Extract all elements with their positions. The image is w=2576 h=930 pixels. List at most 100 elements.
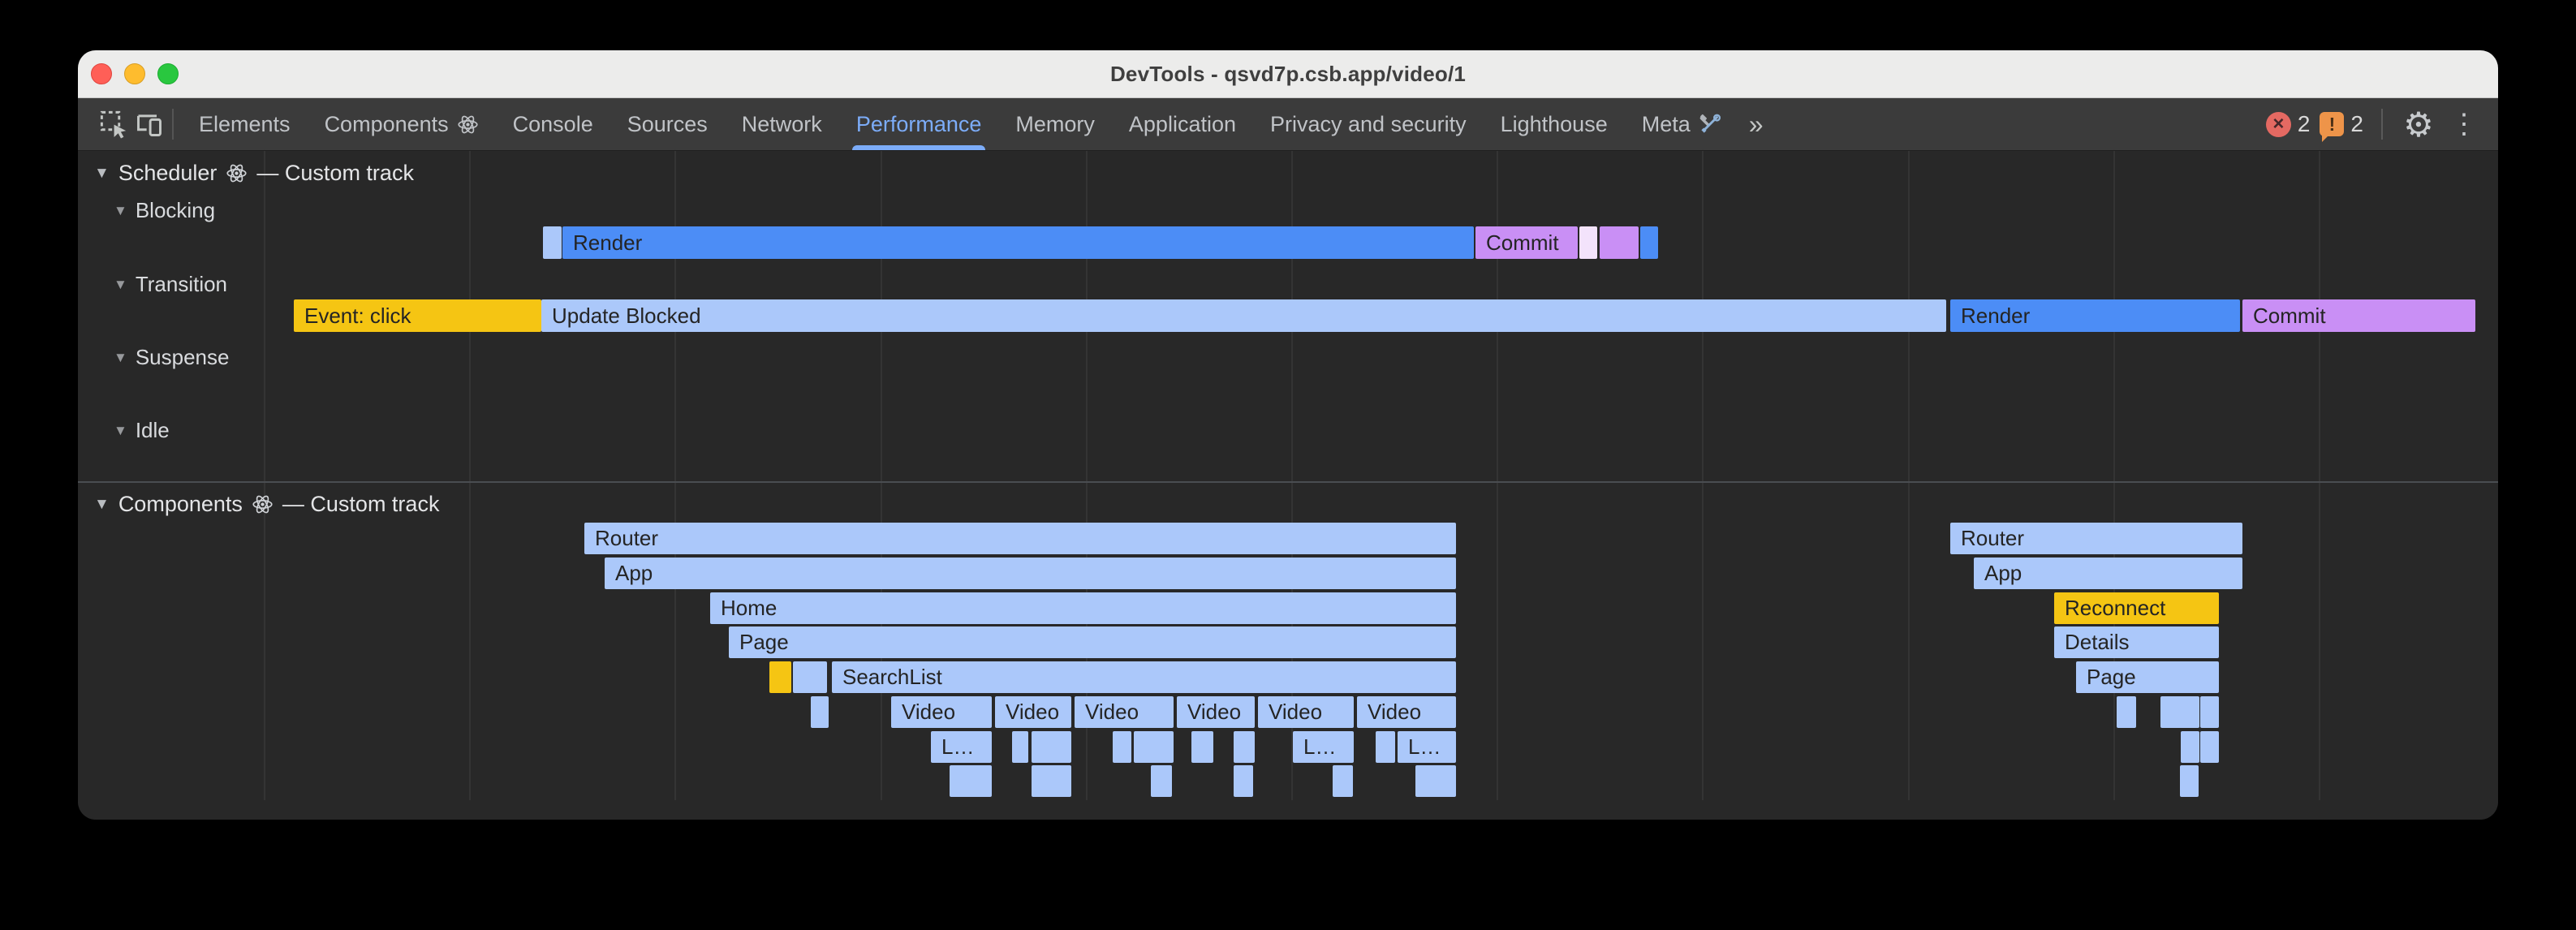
flame-bar-searchlist[interactable]: SearchList: [832, 661, 1456, 693]
collapse-triangle-icon: ▼: [94, 496, 110, 514]
flame-bar-chip[interactable]: [2160, 696, 2199, 728]
flame-bar-page[interactable]: Page: [729, 626, 1456, 658]
flame-bar-chip[interactable]: [2200, 696, 2219, 728]
lane-label-blocking[interactable]: ▼Blocking: [114, 198, 215, 223]
flame-bar-details[interactable]: Details: [2054, 626, 2219, 658]
flame-bar-chip[interactable]: [1012, 731, 1028, 763]
tab-label: Lighthouse: [1501, 112, 1608, 137]
flame-bar-chip[interactable]: [1191, 731, 1213, 763]
tab-sources[interactable]: Sources: [610, 98, 725, 150]
flame-bar-l[interactable]: L…: [931, 731, 992, 763]
flame-bar-home[interactable]: Home: [710, 592, 1456, 624]
tab-lighthouse[interactable]: Lighthouse: [1484, 98, 1625, 150]
flame-bar-chip[interactable]: [793, 661, 827, 693]
lane-label-suspense[interactable]: ▼Suspense: [114, 345, 229, 370]
tab-performance[interactable]: Performance: [839, 98, 999, 150]
flame-bar-router[interactable]: Router: [1950, 523, 2242, 554]
flame-bar-chip[interactable]: [1032, 731, 1071, 763]
flame-bar-chip[interactable]: [2181, 731, 2199, 763]
tab-label: Meta: [1642, 112, 1691, 137]
inspect-element-icon[interactable]: [96, 106, 131, 142]
kebab-menu-icon[interactable]: ⋮: [2446, 106, 2482, 142]
flame-bar-chip[interactable]: [811, 696, 829, 728]
timeline-gridline: [264, 151, 265, 800]
error-count: 2: [2298, 111, 2311, 137]
tab-application[interactable]: Application: [1112, 98, 1253, 150]
flame-bar-app[interactable]: App: [1974, 558, 2242, 589]
tab-network[interactable]: Network: [725, 98, 839, 150]
flame-bar-event-click[interactable]: Event: click: [294, 299, 541, 332]
panel-tabs: ElementsComponentsConsoleSourcesNetworkP…: [182, 98, 1738, 150]
lane-label-idle[interactable]: ▼Idle: [114, 418, 170, 443]
flame-bar-page[interactable]: Page: [2076, 661, 2219, 693]
close-window-button[interactable]: [91, 63, 112, 84]
flame-bar-chip[interactable]: [1113, 731, 1131, 763]
tab-label: Components: [325, 112, 449, 137]
flame-bar-chip[interactable]: [2180, 765, 2199, 797]
flame-bar-chip[interactable]: [1579, 226, 1597, 259]
flame-bar-video[interactable]: Video: [1177, 696, 1255, 728]
flame-bar-commit[interactable]: Commit: [2242, 299, 2475, 332]
flame-bar-chip[interactable]: [769, 661, 791, 693]
flame-bar-chip[interactable]: [1134, 731, 1174, 763]
tab-elements[interactable]: Elements: [182, 98, 308, 150]
track-suffix: — Custom track: [282, 492, 440, 517]
track-header-scheduler[interactable]: ▼Scheduler— Custom track: [94, 161, 414, 186]
track-header-components[interactable]: ▼Components— Custom track: [94, 492, 439, 517]
flame-bar-chip[interactable]: [2117, 696, 2136, 728]
flame-bar-chip[interactable]: [2200, 731, 2219, 763]
flame-bar-chip[interactable]: [1032, 765, 1071, 797]
flame-bar-chip[interactable]: [1376, 731, 1395, 763]
issues-counter[interactable]: ! 2: [2320, 111, 2363, 137]
flame-bar-commit[interactable]: Commit: [1475, 226, 1578, 259]
flame-bar-video[interactable]: Video: [1258, 696, 1354, 728]
window-title: DevTools - qsvd7p.csb.app/video/1: [1110, 62, 1466, 87]
timeline-gridline: [1702, 151, 1704, 800]
flame-bar-reconnect[interactable]: Reconnect: [2054, 592, 2219, 624]
lane-label-transition[interactable]: ▼Transition: [114, 272, 227, 297]
flame-bar-chip[interactable]: [1600, 226, 1639, 259]
lane-name: Suspense: [136, 345, 230, 370]
settings-gear-icon[interactable]: ⚙: [2401, 106, 2436, 142]
flame-bar-l[interactable]: L…: [1293, 731, 1354, 763]
flame-bar-l[interactable]: L…: [1398, 731, 1456, 763]
zoom-window-button[interactable]: [157, 63, 179, 84]
timeline-gridline: [2319, 151, 2320, 800]
flame-bar-video[interactable]: Video: [1357, 696, 1456, 728]
tab-console[interactable]: Console: [496, 98, 610, 150]
minimize-window-button[interactable]: [124, 63, 145, 84]
tab-meta[interactable]: Meta: [1625, 98, 1738, 150]
devtools-window: DevTools - qsvd7p.csb.app/video/1 Elemen…: [78, 50, 2498, 820]
flame-bar-chip[interactable]: [543, 226, 562, 259]
flame-bar-router[interactable]: Router: [584, 523, 1456, 554]
flame-bar-video[interactable]: Video: [995, 696, 1071, 728]
traffic-lights: [91, 50, 179, 97]
issue-count: 2: [2350, 111, 2363, 137]
timeline-gridline: [469, 151, 471, 800]
tab-privacy-and-security[interactable]: Privacy and security: [1253, 98, 1484, 150]
more-tabs-icon[interactable]: »: [1738, 110, 1775, 140]
flame-bar-chip[interactable]: [1333, 765, 1353, 797]
lane-name: Blocking: [136, 198, 215, 223]
tab-label: Console: [513, 112, 593, 137]
flame-bar-render[interactable]: Render: [562, 226, 1474, 259]
flame-bar-chip[interactable]: [1640, 226, 1658, 259]
flame-bar-chip[interactable]: [950, 765, 992, 797]
track-name: Scheduler: [118, 161, 218, 186]
console-errors-counter[interactable]: × 2: [2266, 111, 2311, 137]
flame-bar-chip[interactable]: [1234, 765, 1253, 797]
react-atom-icon: [252, 493, 274, 515]
flame-bar-chip[interactable]: [1415, 765, 1456, 797]
tab-components[interactable]: Components: [308, 98, 496, 150]
flame-bar-video[interactable]: Video: [1075, 696, 1174, 728]
flame-bar-chip[interactable]: [1234, 731, 1255, 763]
device-toolbar-icon[interactable]: [131, 106, 167, 142]
timeline-gridline: [1908, 151, 1910, 800]
flame-bar-video[interactable]: Video: [891, 696, 992, 728]
flame-bar-app[interactable]: App: [605, 558, 1456, 589]
flame-bar-render[interactable]: Render: [1950, 299, 2240, 332]
lane-name: Idle: [136, 418, 170, 443]
tab-memory[interactable]: Memory: [998, 98, 1112, 150]
flame-bar-chip[interactable]: [1151, 765, 1172, 797]
flame-bar-update-blocked[interactable]: Update Blocked: [541, 299, 1946, 332]
